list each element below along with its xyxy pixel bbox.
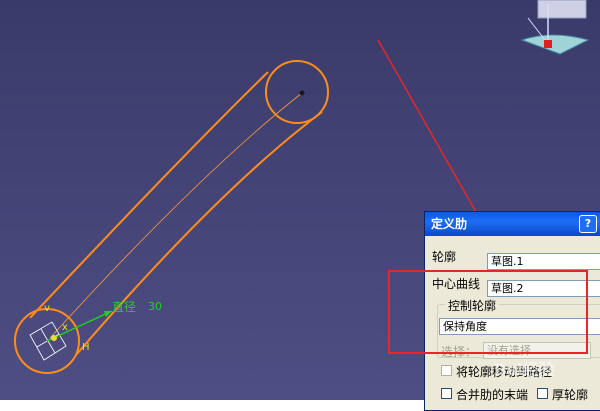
profile-field[interactable]: 草图.1 [487, 253, 600, 270]
rib-outline-lower [75, 111, 323, 356]
dimension-value[interactable]: 30 [148, 300, 162, 313]
rib-outline-upper [29, 71, 269, 319]
control-profile-legend: 控制轮廓 [445, 297, 500, 314]
compass-widget[interactable] [520, 0, 590, 55]
end-profile-circle [265, 60, 329, 124]
center-curve-field[interactable]: 草图.2 [487, 280, 600, 297]
annotation-arrow [377, 39, 489, 234]
thick-profile-checkbox[interactable] [537, 388, 548, 399]
selection-label: 选择： [441, 345, 478, 359]
center-curve-label: 中心曲线 [432, 277, 481, 291]
move-profile-label: 将轮廓移动到路径 [456, 365, 553, 379]
dimension-label: 直径 [112, 300, 137, 314]
svg-text:x: x [62, 322, 68, 333]
svg-text:H: H [82, 342, 90, 353]
selection-field[interactable]: 没有选择 [483, 342, 591, 359]
merge-ends-checkbox[interactable] [441, 388, 452, 399]
merge-ends-label: 合并肋的末端 [456, 388, 529, 402]
dialog-titlebar[interactable]: 定义肋 ? [425, 212, 600, 236]
profile-label: 轮廓 [432, 250, 457, 264]
control-mode-dropdown[interactable]: 保持角度 [439, 318, 600, 335]
curve-end-point [299, 90, 305, 96]
svg-text:v: v [44, 303, 50, 314]
help-button[interactable]: ? [579, 215, 597, 233]
thick-profile-label: 厚轮廓 [552, 388, 589, 402]
center-curve [49, 92, 303, 339]
dialog-title: 定义肋 [431, 217, 468, 231]
move-profile-checkbox[interactable] [441, 365, 452, 376]
define-rib-dialog: 定义肋 ? 轮廓 草图.1 中心曲线 草图.2 控制轮廓 保持角度 选择： 没有… [424, 211, 600, 411]
